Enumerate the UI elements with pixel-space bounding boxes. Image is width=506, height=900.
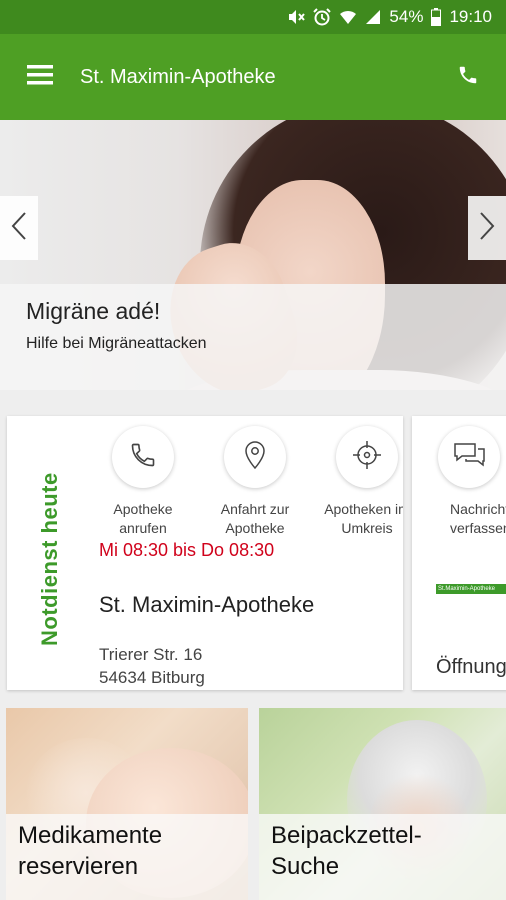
status-bar: 54% 19:10 bbox=[0, 0, 506, 34]
directions-button[interactable] bbox=[224, 426, 286, 488]
notdienst-label: Notdienst heute bbox=[37, 472, 62, 646]
nearby-pharmacies-button[interactable] bbox=[336, 426, 398, 488]
location-pin-icon bbox=[243, 440, 267, 475]
chevron-left-icon bbox=[11, 211, 27, 246]
phone-icon bbox=[457, 64, 479, 91]
directions-action[interactable]: Anfahrt zur Apotheke bbox=[199, 426, 311, 546]
clock-time: 19:10 bbox=[449, 7, 492, 26]
chevron-right-icon bbox=[479, 211, 495, 246]
write-message-label: Nachricht verfassen bbox=[450, 501, 506, 536]
battery-icon bbox=[431, 8, 442, 26]
address-city: 54634 Bitburg bbox=[99, 668, 205, 687]
next-slide-button[interactable] bbox=[468, 196, 506, 260]
action-row: Apotheke anrufen Anfahrt zur Apotheke Ap… bbox=[87, 426, 403, 546]
pharmacy-logo: St.Maximin-Apotheke bbox=[436, 584, 506, 594]
reserve-medication-label: Medikamente reservieren bbox=[6, 814, 248, 900]
wifi-icon bbox=[339, 9, 357, 25]
reserve-medication-tile[interactable]: Medikamente reservieren bbox=[6, 708, 248, 900]
call-button[interactable] bbox=[430, 34, 506, 120]
call-pharmacy-label: Apotheke anrufen bbox=[113, 501, 173, 536]
notdienst-card[interactable]: Notdienst heute Apotheke anrufen Anfahrt… bbox=[7, 416, 403, 690]
opening-hours-heading: Öffnungszeiten bbox=[436, 656, 506, 678]
hero-caption: Migräne adé! Hilfe bei Migräneattacken bbox=[0, 284, 506, 390]
menu-button[interactable] bbox=[0, 34, 80, 120]
write-message-action[interactable]: Nachricht verfassen bbox=[438, 426, 506, 538]
call-pharmacy-action[interactable]: Apotheke anrufen bbox=[87, 426, 199, 546]
notdienst-hours: Mi 08:30 bis Do 08:30 bbox=[99, 540, 275, 560]
crosshair-icon bbox=[352, 440, 382, 475]
signal-icon bbox=[365, 9, 381, 25]
pharmacy-name: St. Maximin-Apotheke bbox=[99, 592, 315, 617]
menu-icon bbox=[27, 64, 53, 91]
previous-slide-button[interactable] bbox=[0, 196, 38, 260]
chat-bubbles-icon bbox=[452, 441, 486, 474]
address-street: Trierer Str. 16 bbox=[99, 645, 203, 664]
alarm-icon bbox=[313, 8, 332, 26]
hero-banner[interactable]: Migräne adé! Hilfe bei Migräneattacken bbox=[0, 120, 506, 390]
write-message-button[interactable] bbox=[438, 426, 500, 488]
app-title: St. Maximin-Apotheke bbox=[80, 65, 276, 88]
nearby-pharmacies-action[interactable]: Apotheken im Umkreis bbox=[311, 426, 403, 546]
opening-hours-card[interactable]: Nachricht verfassen St.Maximin-Apotheke … bbox=[412, 416, 506, 690]
app-bar: St. Maximin-Apotheke bbox=[0, 34, 506, 120]
mute-icon bbox=[287, 9, 306, 25]
hero-subtitle: Hilfe bei Migräneattacken bbox=[26, 335, 207, 352]
battery-percent: 54% bbox=[389, 7, 424, 26]
package-insert-search-label: Beipackzettel- Suche bbox=[259, 814, 506, 900]
pharmacy-address: Trierer Str. 16 54634 Bitburg bbox=[99, 643, 205, 689]
package-insert-search-tile[interactable]: Beipackzettel- Suche bbox=[259, 708, 506, 900]
call-pharmacy-button[interactable] bbox=[112, 426, 174, 488]
directions-label: Anfahrt zur Apotheke bbox=[220, 501, 290, 536]
nearby-pharmacies-label: Apotheken im Umkreis bbox=[324, 501, 403, 536]
hero-title: Migräne adé! bbox=[26, 298, 161, 324]
phone-icon bbox=[129, 441, 157, 474]
